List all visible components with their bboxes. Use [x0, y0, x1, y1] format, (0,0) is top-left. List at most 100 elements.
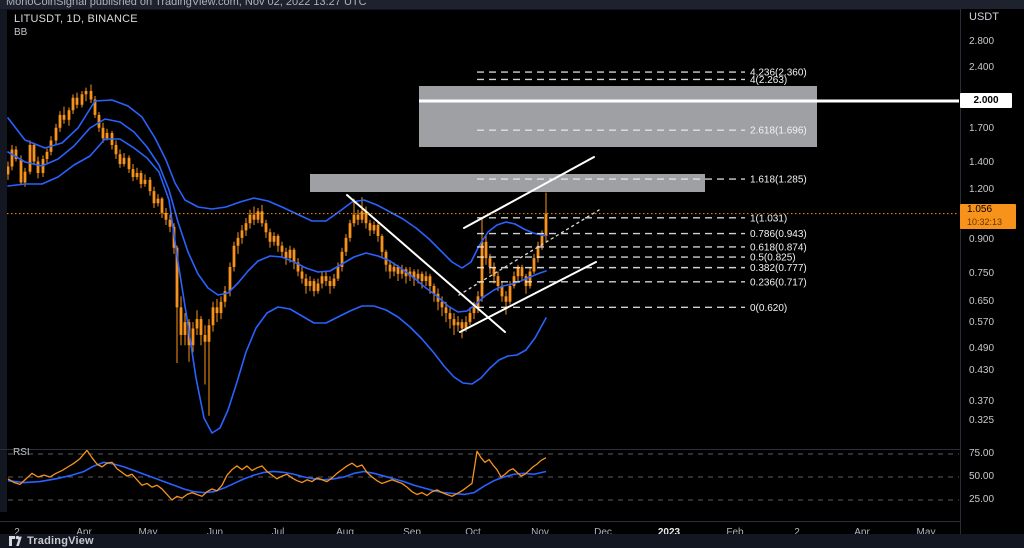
candle-body: [143, 179, 147, 184]
candle-body: [71, 97, 75, 111]
fib-level-label: 1(1.031): [750, 213, 787, 224]
candle-body: [328, 281, 332, 286]
candle-body: [131, 169, 135, 178]
candle-body: [348, 223, 352, 238]
candle-body: [89, 90, 93, 100]
candle-body: [118, 154, 122, 164]
candle-body: [528, 271, 532, 286]
upper-supply-zone[interactable]: [419, 86, 817, 147]
candle-body: [508, 285, 512, 302]
candle-body: [84, 90, 88, 95]
price-axis-currency: USDT: [969, 11, 999, 23]
candle-body: [284, 251, 288, 259]
candle-body: [207, 325, 211, 342]
candle-body: [248, 214, 252, 224]
price-tick-label: 1.200: [969, 184, 995, 195]
symbol-title: LITUSDT, 1D, BINANCE: [14, 13, 138, 25]
candle-body: [304, 278, 308, 286]
candle-body: [472, 307, 476, 314]
indicator-label: BB: [14, 27, 28, 38]
fib-level-label: 0.382(0.777): [750, 263, 807, 274]
candle-body: [23, 171, 27, 183]
candle-body: [203, 334, 207, 342]
candle-body: [268, 232, 272, 242]
candle-body: [420, 273, 424, 282]
fib-level-label: 4(2.263): [750, 75, 787, 86]
candle-body: [388, 264, 392, 272]
candle-body: [272, 235, 276, 242]
candle-body: [62, 114, 66, 120]
candle-body: [484, 241, 488, 259]
candle-body: [392, 266, 396, 272]
candle-body: [260, 211, 264, 224]
price-axis[interactable]: USDT 2.800 2.400 1.700 1.400 1.200 0.900 0.750…: [960, 9, 1024, 534]
candle-body: [168, 219, 172, 227]
bollinger-middle-band: [7, 118, 547, 313]
candle-body: [183, 322, 187, 335]
chart-canvas[interactable]: 4.236(2.360)4(2.263)2.618(1.696)1.618(1.…: [0, 9, 1024, 548]
candle-body: [352, 214, 356, 224]
price-tick-label: 0.325: [969, 415, 995, 426]
candle-body: [80, 94, 84, 105]
last-price-value: 1.056: [967, 204, 993, 215]
candle-body: [488, 258, 492, 267]
level-price-tag: 2.000: [960, 93, 1012, 108]
candle-body: [199, 319, 203, 335]
candle-body: [122, 157, 126, 164]
candle-body: [324, 276, 328, 282]
candle-body: [448, 313, 452, 320]
fib-level-label: 0.236(0.717): [750, 277, 807, 288]
price-tick-label: 0.370: [969, 396, 995, 407]
candle-body: [332, 278, 336, 286]
candle-body: [228, 266, 232, 292]
lower-supply-zone[interactable]: [310, 174, 705, 192]
brand-bar: TradingView: [0, 534, 1024, 548]
price-tick-label: 0.490: [969, 343, 995, 354]
candle-body: [504, 296, 508, 302]
candle-body: [252, 214, 256, 220]
candle-body: [444, 307, 448, 314]
candle-body: [376, 224, 380, 236]
tradingview-logo-text[interactable]: TradingView: [27, 534, 94, 548]
candle-body: [288, 249, 292, 259]
candle-body: [452, 319, 456, 326]
candle-body: [114, 144, 118, 155]
candle-body: [344, 237, 348, 252]
candle-body: [54, 127, 58, 141]
candle-body: [532, 258, 536, 272]
rsi-label: RSI: [13, 447, 30, 458]
ascending-channel-lower[interactable]: [459, 261, 597, 333]
candle-body: [19, 159, 23, 183]
fib-level-label: 0.786(0.943): [750, 229, 807, 240]
rsi-line: [7, 449, 547, 501]
candle-body: [75, 97, 79, 105]
candle-body: [320, 276, 324, 284]
candle-body: [36, 161, 40, 174]
candle-body: [308, 281, 312, 286]
candle-body: [139, 173, 143, 184]
price-tick-label: 0.570: [969, 317, 995, 328]
candle-body: [368, 223, 372, 231]
candle-body: [336, 266, 340, 279]
candle-body: [300, 271, 304, 279]
left-margin: [0, 9, 7, 512]
candle-body: [356, 214, 360, 220]
candle-body: [215, 307, 219, 314]
candle-body: [264, 223, 268, 233]
candle-body: [6, 166, 10, 175]
candle-body: [32, 144, 36, 162]
price-tick-label: 50.00: [969, 471, 995, 482]
candle-body: [101, 127, 105, 139]
candle-body: [219, 301, 223, 314]
candle-body: [468, 313, 472, 323]
candle-body: [164, 212, 168, 220]
candle-body: [160, 198, 164, 213]
price-tick-label: 0.900: [969, 234, 995, 245]
candle-body: [360, 211, 364, 220]
candle-body: [28, 144, 32, 172]
candle-body: [372, 224, 376, 231]
candle-body: [544, 213, 548, 236]
price-tick-label: 1.400: [969, 157, 995, 168]
candle-body: [135, 173, 139, 178]
tradingview-logo-icon[interactable]: [9, 535, 22, 547]
